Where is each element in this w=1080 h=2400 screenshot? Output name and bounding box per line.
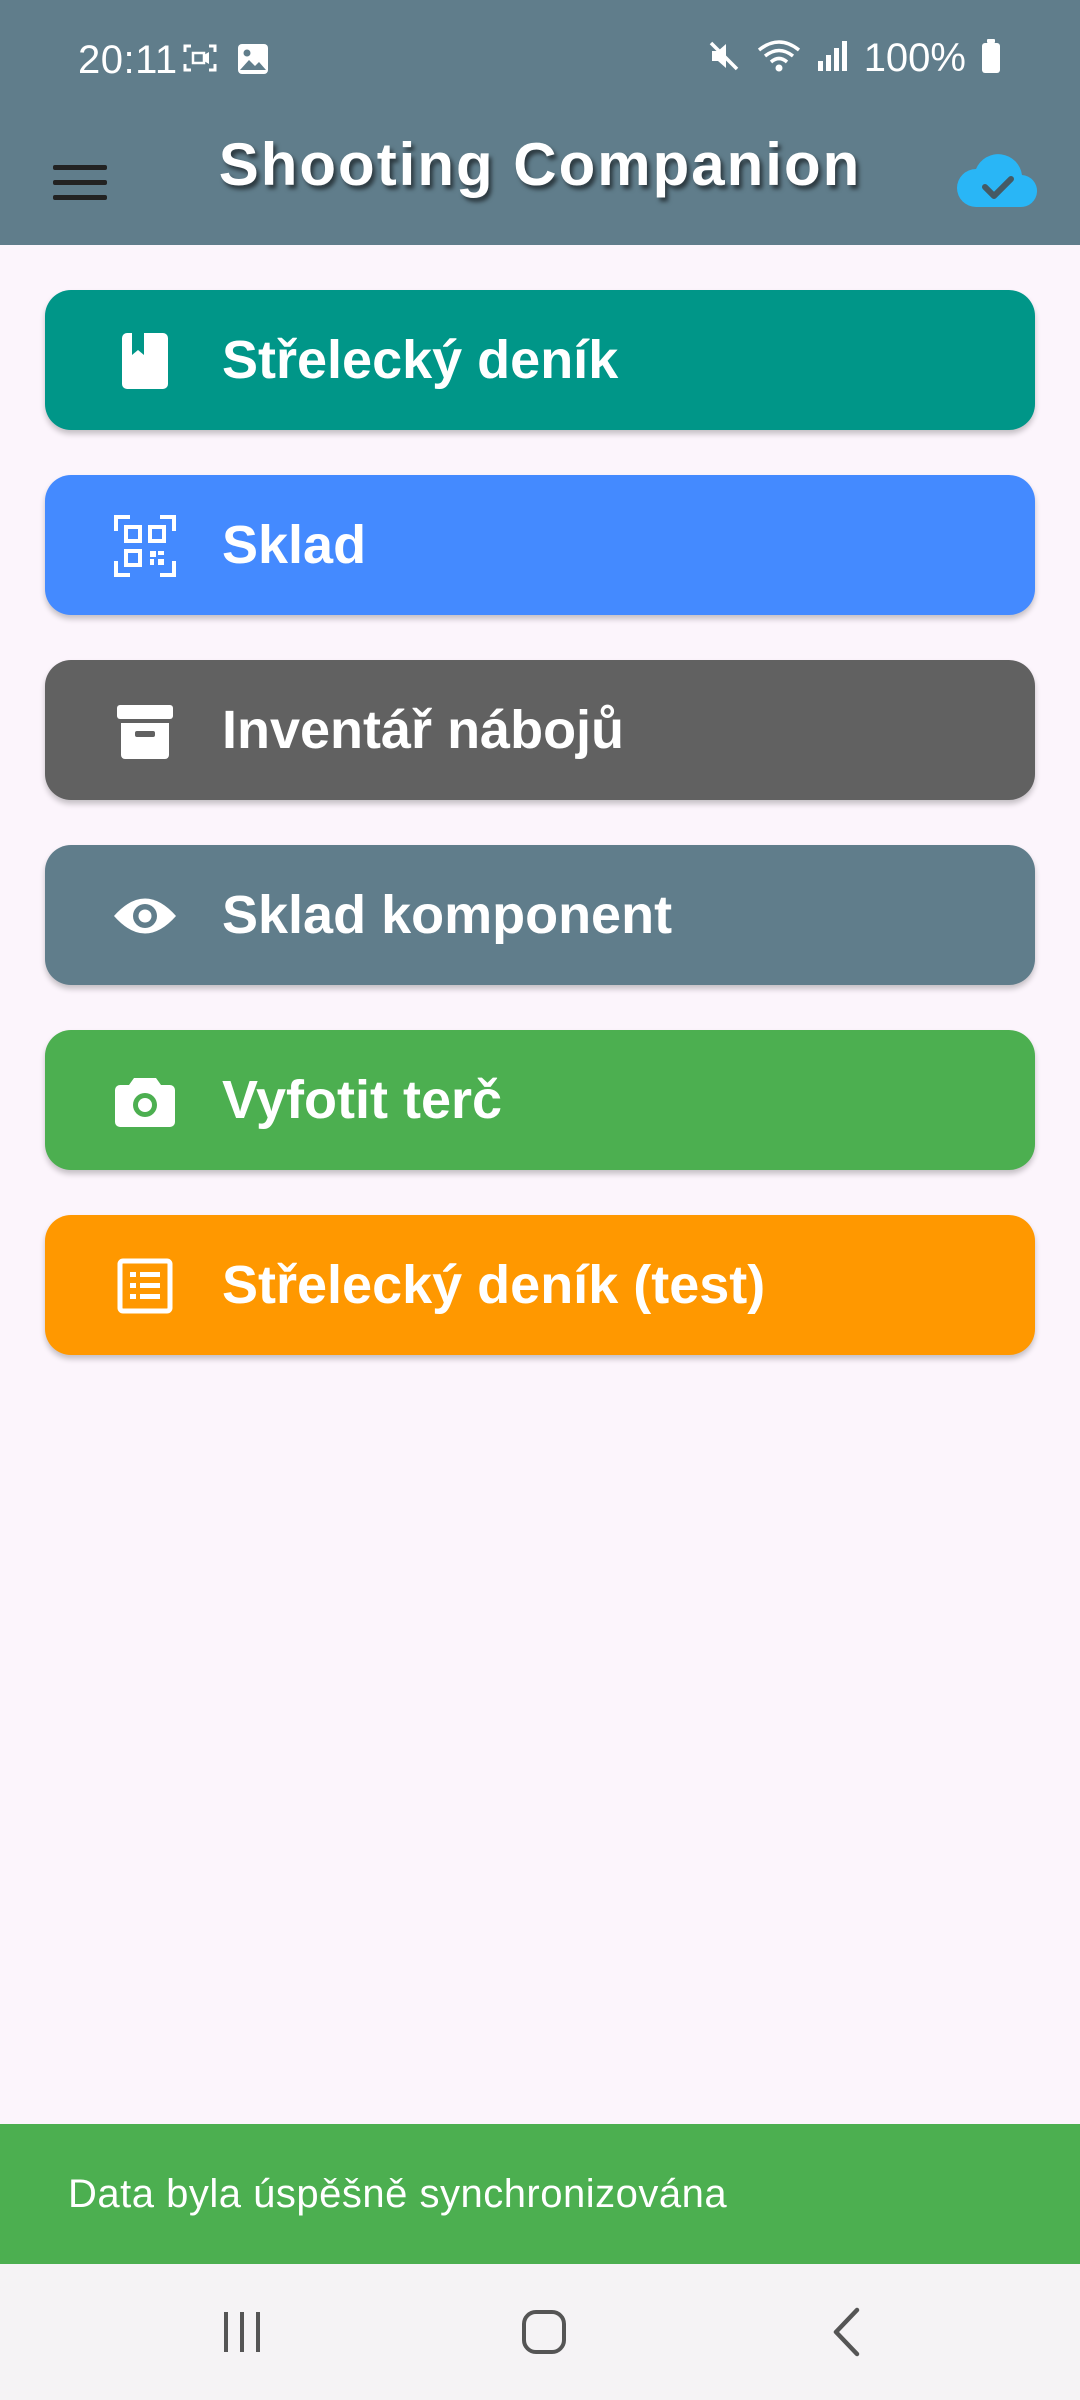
app-bar: Shooting Companion — [0, 120, 1080, 245]
back-icon[interactable] — [786, 2294, 906, 2370]
battery-icon — [980, 38, 1002, 79]
recent-apps-icon[interactable] — [182, 2294, 302, 2370]
menu-button-label: Vyfotit terč — [222, 1070, 503, 1130]
app-title: Shooting Companion — [218, 131, 862, 198]
qr-code-scan-icon — [110, 511, 180, 581]
image-icon — [236, 42, 270, 81]
camera-icon — [110, 1066, 180, 1136]
eye-icon — [110, 881, 180, 951]
menu-button-inventar-naboju[interactable]: Inventář nábojů — [45, 660, 1035, 800]
snackbar-message: Data byla úspěšně synchronizována — [68, 2171, 728, 2216]
status-bar: 20:11 100% — [0, 0, 1080, 120]
menu-button-sklad-komponent[interactable]: Sklad komponent — [45, 845, 1035, 985]
menu-button-strelecky-denik[interactable]: Střelecký deník — [45, 290, 1035, 430]
cloud-done-icon[interactable] — [952, 136, 1042, 226]
menu-button-label: Střelecký deník (test) — [222, 1255, 766, 1315]
menu-button-label: Inventář nábojů — [222, 700, 625, 760]
archive-box-icon — [110, 696, 180, 766]
navigation-bar — [0, 2264, 1080, 2400]
mute-icon — [706, 38, 742, 79]
screen-record-icon — [182, 42, 218, 81]
book-icon — [110, 326, 180, 396]
menu-button-strelecky-denik-test[interactable]: Střelecký deník (test) — [45, 1215, 1035, 1355]
screen: 20:11 100% Shooting Companion Střelecký … — [0, 0, 1080, 2400]
list-document-icon — [110, 1251, 180, 1321]
main-menu: Střelecký deník Sklad Inventář nábojů Sk… — [45, 290, 1035, 1400]
top-app-bar: 20:11 100% Shooting Companion — [0, 0, 1080, 245]
wifi-icon — [756, 38, 802, 79]
menu-button-label: Střelecký deník — [222, 330, 619, 390]
battery-percentage: 100% — [863, 36, 966, 80]
home-icon[interactable] — [484, 2294, 604, 2370]
menu-button-label: Sklad — [222, 515, 367, 575]
signal-icon — [816, 39, 850, 78]
menu-button-sklad[interactable]: Sklad — [45, 475, 1035, 615]
sync-snackbar: Data byla úspěšně synchronizována — [0, 2124, 1080, 2264]
menu-button-vyfotit-terc[interactable]: Vyfotit terč — [45, 1030, 1035, 1170]
status-time: 20:11 — [78, 38, 178, 82]
menu-button-label: Sklad komponent — [222, 885, 673, 945]
